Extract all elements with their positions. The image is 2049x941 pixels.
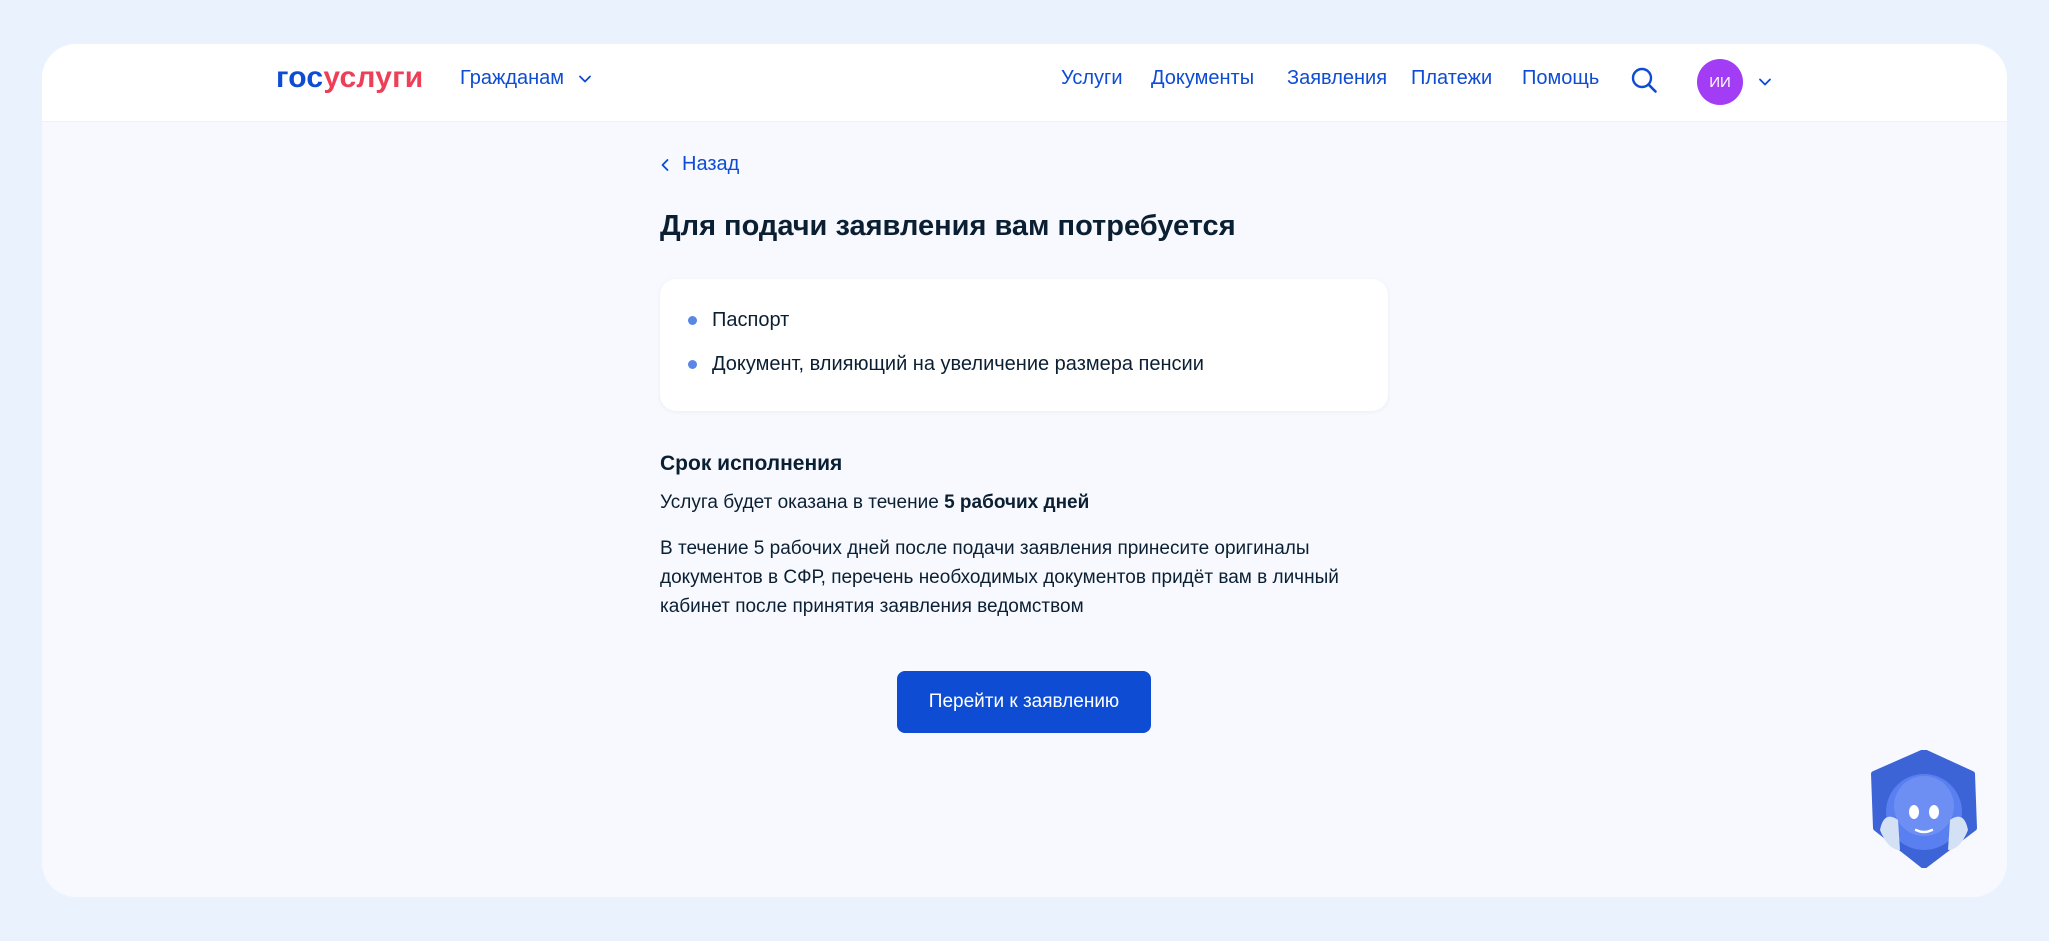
page-title: Для подачи заявления вам потребуется (660, 210, 1236, 242)
requirements-card: Паспорт Документ, влияющий на увеличение… (660, 279, 1388, 411)
audience-selector[interactable]: Гражданам (460, 67, 592, 90)
nav-link-help[interactable]: Помощь (1522, 67, 1599, 90)
requirement-text: Паспорт (712, 309, 790, 331)
search-icon[interactable] (1630, 66, 1658, 94)
description-text: В течение 5 рабочих дней после подачи за… (660, 538, 1339, 617)
gosuslugi-logo[interactable]: госуслуги (276, 63, 423, 93)
requirement-text: Документ, влияющий на увеличение размера… (712, 353, 1204, 375)
site-header: госуслуги Гражданам Услуги Документы Зая… (42, 44, 2007, 122)
list-item: Паспорт (688, 309, 789, 332)
avatar[interactable]: ИИ (1697, 59, 1743, 105)
chevron-left-icon (661, 158, 669, 171)
list-item: Документ, влияющий на увеличение размера… (688, 353, 1204, 376)
go-to-application-button[interactable]: Перейти к заявлению (897, 671, 1151, 733)
nav-link-applications[interactable]: Заявления (1287, 67, 1387, 90)
profile-chevron-down-icon[interactable] (1757, 74, 1773, 90)
logo-part-gos: гос (276, 61, 324, 94)
back-label: Назад (682, 153, 740, 175)
nav-link-documents[interactable]: Документы (1151, 67, 1254, 90)
logo-part-uslugi: услуги (323, 61, 424, 94)
page-frame: госуслуги Гражданам Услуги Документы Зая… (42, 44, 2007, 897)
term-text-bold: 5 рабочих дней (944, 492, 1090, 513)
nav-link-services[interactable]: Услуги (1061, 67, 1123, 90)
audience-label: Гражданам (460, 67, 565, 89)
term-heading: Срок исполнения (660, 452, 843, 475)
term-text-prefix: Услуга будет оказана в течение (660, 492, 939, 513)
bullet-icon (688, 316, 697, 325)
back-link[interactable]: Назад (660, 153, 739, 176)
robot-assistant-icon[interactable] (1870, 750, 1978, 868)
term-text: Услуга будет оказана в течение 5 рабочих… (660, 492, 1089, 514)
nav-link-payments[interactable]: Платежи (1411, 67, 1492, 90)
bullet-icon (688, 360, 697, 369)
chevron-down-icon (579, 75, 591, 82)
